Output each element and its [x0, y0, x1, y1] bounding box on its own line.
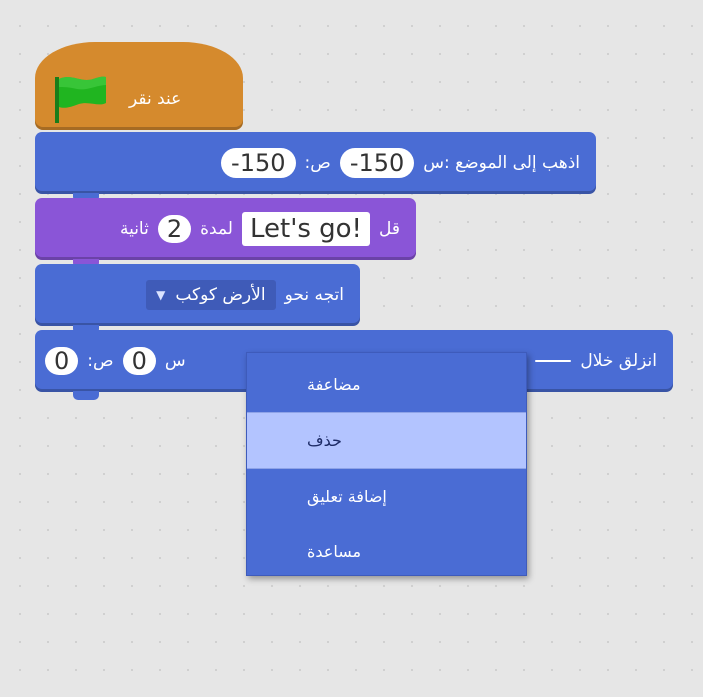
when-flag-label: عند نقر [129, 89, 182, 109]
y-input[interactable]: -150 [221, 148, 296, 178]
for-label: لمدة [200, 219, 233, 239]
say-for-secs-block[interactable]: قل Let's go! لمدة 2 ثانية [35, 198, 416, 268]
go-to-label: اذهب إلى الموضع :س [423, 153, 580, 173]
block-notch [73, 391, 99, 400]
y-label: :ص [304, 153, 331, 173]
menu-item-delete[interactable]: حذف [247, 412, 526, 469]
secs-label: ثانية [119, 219, 149, 239]
point-towards-block[interactable]: اتجه نحو ▼ الأرض كوكب [35, 264, 360, 334]
glide-y-label: :ص [87, 351, 114, 371]
menu-item-help[interactable]: مساعدة [247, 524, 526, 579]
target-dropdown[interactable]: ▼ الأرض كوكب [146, 280, 276, 310]
secs-input[interactable]: 2 [157, 215, 192, 243]
glide-x-input[interactable]: 0 [122, 347, 156, 375]
menu-item-add-comment[interactable]: إضافة تعليق [247, 469, 526, 524]
glide-y-input[interactable]: 0 [45, 347, 79, 375]
glide-label: انزلق خلال [580, 351, 657, 371]
point-towards-label: اتجه نحو [284, 285, 344, 305]
say-label: قل [378, 219, 400, 239]
glide-secs-input[interactable] [535, 360, 572, 362]
say-text-input[interactable]: Let's go! [241, 212, 370, 246]
when-flag-clicked-block[interactable]: عند نقر [35, 42, 243, 130]
context-menu: مضاعفة حذف إضافة تعليق مساعدة [246, 352, 527, 576]
caret-down-icon: ▼ [156, 288, 166, 302]
green-flag-icon [55, 76, 106, 123]
target-value: الأرض كوكب [175, 285, 266, 305]
go-to-xy-block[interactable]: اذهب إلى الموضع :س -150 :ص -150 [35, 132, 596, 202]
glide-x-label: س [164, 351, 186, 371]
x-input[interactable]: -150 [339, 148, 415, 178]
menu-item-duplicate[interactable]: مضاعفة [247, 357, 526, 412]
